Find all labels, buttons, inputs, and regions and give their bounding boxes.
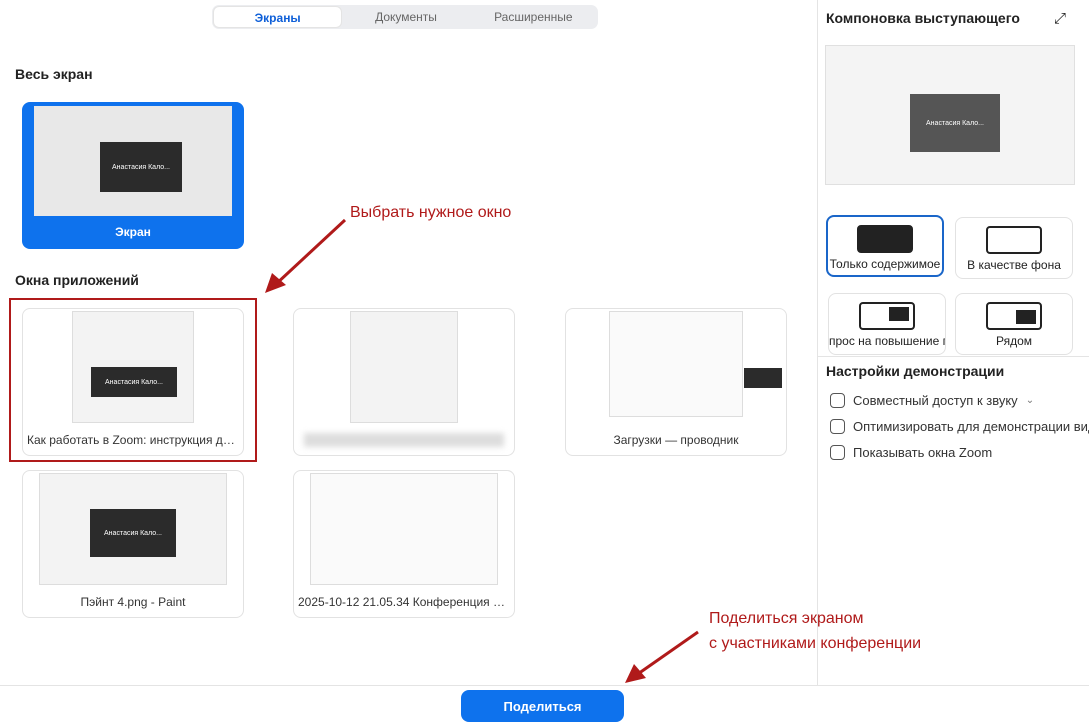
- layout-background[interactable]: В качестве фона: [955, 217, 1073, 279]
- layout-side-by-side[interactable]: Рядом: [955, 293, 1073, 355]
- window-label: [304, 433, 504, 447]
- window-paint[interactable]: Анастасия Кало... Пэйнт 4.png - Paint: [22, 470, 244, 618]
- screen-option[interactable]: Анастасия Кало... Экран: [22, 102, 244, 249]
- screen-thumbnail: Анастасия Кало...: [34, 106, 232, 216]
- window-blurred[interactable]: [293, 308, 515, 456]
- window-label: Пэйнт 4.png - Paint: [80, 595, 186, 609]
- screen-label: Экран: [115, 225, 151, 239]
- window-label: 2025-10-12 21.05.34 Конференция Zoo...: [298, 595, 514, 609]
- selection-highlight: [9, 298, 257, 462]
- window-zoom-recording-folder[interactable]: 2025-10-12 21.05.34 Конференция Zoo...: [293, 470, 515, 618]
- checkbox[interactable]: [830, 445, 845, 460]
- option-optimize-video[interactable]: Оптимизировать для демонстрации вид: [830, 419, 1089, 434]
- thumb-text: Анастасия Кало...: [90, 509, 176, 557]
- arrow-icon: [265, 218, 347, 293]
- layout-picture-in-picture[interactable]: прос на повышение пр: [828, 293, 946, 355]
- chevron-down-icon[interactable]: ⌄: [1026, 395, 1034, 406]
- arrow-icon: [625, 630, 699, 683]
- layout-label: В качестве фона: [967, 258, 1061, 272]
- checkbox[interactable]: [830, 393, 845, 408]
- share-tabs: Экраны Документы Расширенные: [212, 5, 598, 29]
- tab-screens[interactable]: Экраны: [213, 6, 343, 28]
- share-settings-title: Настройки демонстрации: [826, 363, 1005, 379]
- window-label: Загрузки — проводник: [613, 433, 739, 447]
- presenter-layout-title: Компоновка выступающего: [826, 10, 1020, 26]
- layout-label: прос на повышение пр: [829, 334, 946, 348]
- option-label: Показывать окна Zoom: [853, 445, 993, 460]
- layout-preview: Анастасия Кало...: [825, 45, 1075, 185]
- layout-content-only[interactable]: Только содержимое: [826, 215, 944, 277]
- layout-label: Только содержимое: [829, 257, 941, 271]
- thumb-text: Анастасия Кало...: [100, 142, 182, 192]
- window-downloads-explorer[interactable]: Загрузки — проводник: [565, 308, 787, 456]
- expand-icon[interactable]: ⤢: [1054, 10, 1066, 27]
- share-button[interactable]: Поделиться: [461, 690, 624, 722]
- checkbox[interactable]: [830, 419, 845, 434]
- option-share-sound[interactable]: Совместный доступ к звуку ⌄: [830, 393, 1034, 408]
- option-label: Оптимизировать для демонстрации вид: [853, 419, 1089, 434]
- annotation-choose-window: Выбрать нужное окно: [350, 204, 512, 221]
- tab-documents[interactable]: Документы: [342, 6, 469, 28]
- tab-advanced[interactable]: Расширенные: [470, 6, 597, 28]
- option-label: Совместный доступ к звуку: [853, 393, 1018, 408]
- preview-text: Анастасия Кало...: [910, 94, 1000, 152]
- app-windows-heading: Окна приложений: [15, 272, 139, 288]
- layout-label: Рядом: [995, 334, 1033, 348]
- full-screen-heading: Весь экран: [15, 66, 93, 82]
- option-show-zoom-windows[interactable]: Показывать окна Zoom: [830, 445, 992, 460]
